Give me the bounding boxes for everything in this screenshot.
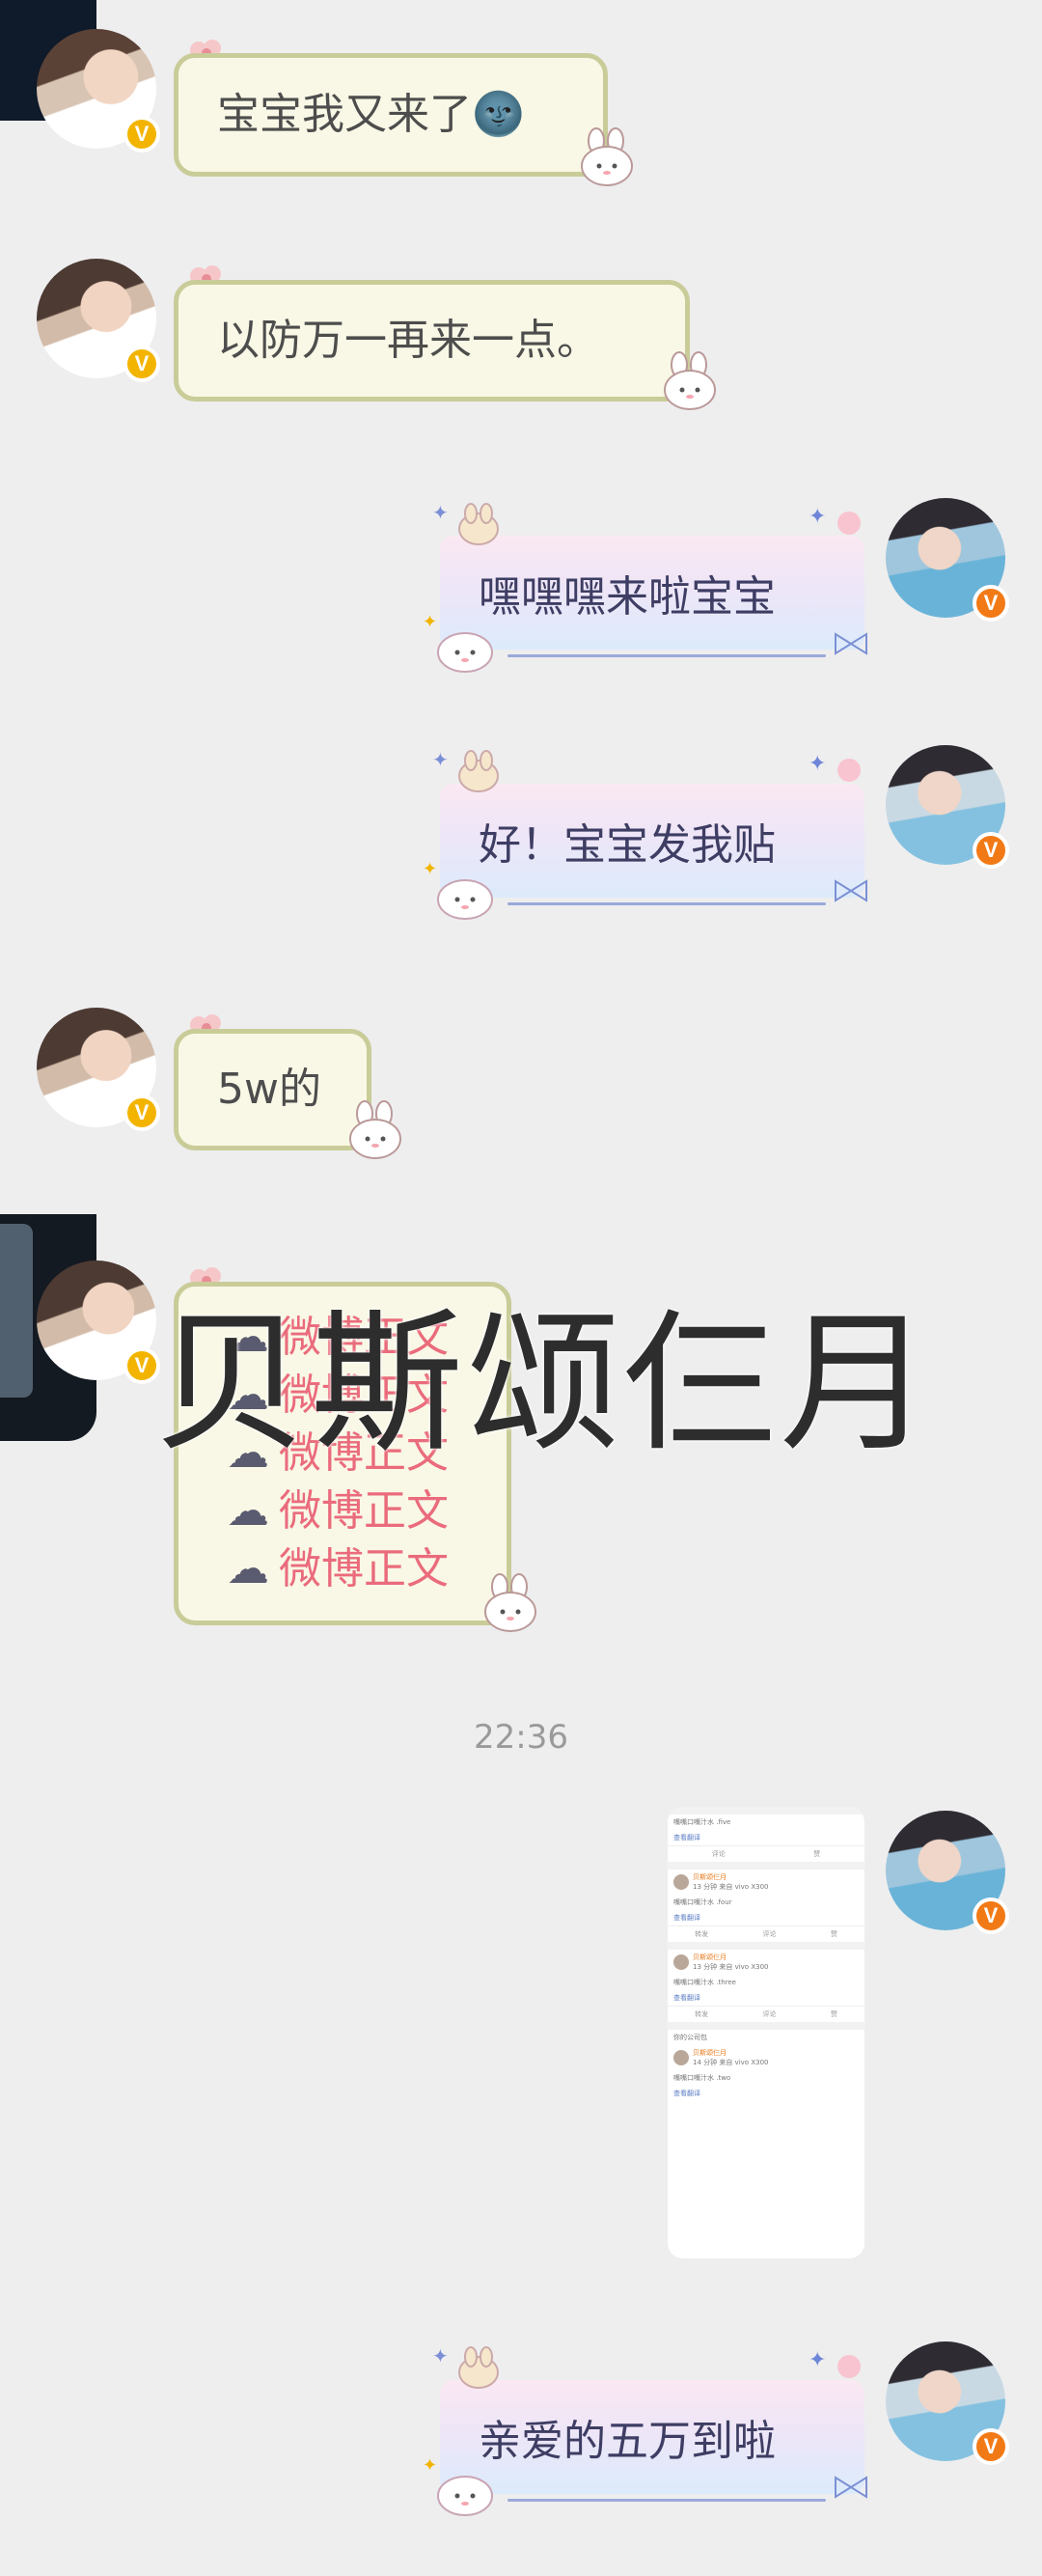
avatar bbox=[673, 1874, 689, 1890]
svg-text:✦: ✦ bbox=[432, 748, 449, 771]
avatar bbox=[673, 1954, 689, 1970]
cloud-icon: ☁ bbox=[227, 1544, 269, 1593]
message-bubble[interactable]: 亲爱的五万到啦 bbox=[440, 2380, 864, 2502]
message-bubble[interactable]: 5w的 bbox=[174, 1029, 371, 1150]
svg-text:✦: ✦ bbox=[809, 505, 826, 529]
message-bubble[interactable]: 以防万一再来一点。 bbox=[174, 280, 690, 402]
image-message-screenshot[interactable]: 嘴嘴口嘴汁水 .five 查看翻译 评论赞 贝斯颂仨月 13 分钟 来自 vivo… bbox=[668, 1807, 864, 2258]
screenshot-post-header: 贝斯颂仨月 13 分钟 来自 vivo X300 bbox=[668, 1870, 864, 1895]
verified-badge-icon: V bbox=[123, 1094, 160, 1131]
screenshot-actions: 评论赞 bbox=[668, 1845, 864, 1862]
bunny-deco-icon: ✦ bbox=[432, 2344, 499, 2389]
sparkle-deco-icon: ✦ bbox=[809, 505, 861, 535]
bunny-deco-icon: ✦ bbox=[432, 748, 499, 792]
verified-badge-icon: V bbox=[973, 832, 1009, 869]
svg-text:✦: ✦ bbox=[809, 2348, 826, 2372]
message-bubble[interactable]: 好！宝宝发我贴 bbox=[440, 784, 864, 905]
screenshot-topbar bbox=[668, 1807, 864, 1814]
weibo-text: 微博正文 bbox=[279, 1486, 449, 1536]
bunny-deco-icon bbox=[349, 1100, 401, 1159]
screenshot-tag: 嘴嘴口嘴汁水 .four bbox=[673, 1898, 732, 1906]
watermark-text: 贝斯颂仨月 bbox=[154, 1295, 936, 1473]
bunny-deco-icon bbox=[664, 351, 716, 410]
avatar-left[interactable]: V bbox=[37, 259, 160, 382]
verified-badge-icon: V bbox=[973, 2428, 1009, 2465]
screenshot-tag: 嘴嘴口嘴汁水 .five bbox=[673, 1818, 731, 1826]
screenshot-actions: 转发 评论赞 bbox=[668, 1925, 864, 1942]
sparkle-deco-icon: ✦ bbox=[809, 2348, 861, 2378]
avatar-right[interactable]: V bbox=[886, 1811, 1009, 1934]
screenshot-post-header: 贝斯颂仨月 14 分钟 来自 vivo X300 bbox=[668, 2045, 864, 2070]
screenshot-post-header: 贝斯颂仨月 13 分钟 来自 vivo X300 bbox=[668, 1950, 864, 1975]
screenshot-divider bbox=[668, 1942, 864, 1950]
avatar-right[interactable]: V bbox=[886, 745, 1009, 869]
bunny-deco-icon: ✦ bbox=[423, 2455, 493, 2516]
message-text: 好！宝宝发我贴 bbox=[479, 820, 776, 870]
verified-badge-icon: V bbox=[973, 1897, 1009, 1934]
avatar-right[interactable]: V bbox=[886, 2341, 1009, 2465]
screenshot-translate: 查看翻译 bbox=[673, 1834, 700, 1842]
screenshot-divider bbox=[668, 1862, 864, 1870]
weibo-text: 微博正文 bbox=[279, 1544, 449, 1593]
cloud-icon: ☁ bbox=[227, 1486, 269, 1536]
svg-text:✦: ✦ bbox=[432, 501, 449, 524]
avatar-left[interactable]: V bbox=[37, 1008, 160, 1131]
screenshot-section-header: 你的公司包 bbox=[673, 2034, 707, 2041]
timestamp: 22:36 bbox=[474, 1718, 568, 1757]
sparkle-deco-icon: ✦ bbox=[809, 752, 861, 782]
message-text: 5w的 bbox=[217, 1065, 321, 1114]
ribbon-deco-icon bbox=[835, 2476, 867, 2499]
bunny-deco-icon: ✦ bbox=[423, 859, 493, 920]
screenshot-tag: 嘴嘴口嘴汁水 .two bbox=[673, 2074, 731, 2082]
screenshot-tag: 嘴嘴口嘴汁水 .three bbox=[673, 1979, 736, 1986]
bunny-deco-icon bbox=[484, 1573, 536, 1632]
message-bubble[interactable]: 宝宝我又来了🌚 bbox=[174, 53, 608, 177]
verified-badge-icon: V bbox=[123, 346, 160, 382]
avatar-left[interactable]: V bbox=[37, 29, 160, 152]
screenshot-translate: 查看翻译 bbox=[673, 1914, 700, 1922]
screenshot-translate: 查看翻译 bbox=[673, 2090, 700, 2097]
svg-text:✦: ✦ bbox=[432, 2344, 449, 2368]
avatar bbox=[673, 2050, 689, 2065]
screenshot-divider bbox=[668, 2022, 864, 2030]
message-text: 宝宝我又来了🌚 bbox=[217, 90, 525, 139]
avatar-right[interactable]: V bbox=[886, 498, 1009, 622]
ribbon-deco-icon bbox=[835, 879, 867, 902]
message-text: 亲爱的五万到啦 bbox=[479, 2417, 776, 2466]
svg-text:✦: ✦ bbox=[423, 2455, 437, 2476]
weibo-line: ☁ 微博正文 bbox=[227, 1482, 449, 1540]
bunny-deco-icon: ✦ bbox=[423, 612, 493, 673]
screenshot-actions: 转发 评论赞 bbox=[668, 2006, 864, 2022]
screenshot-translate: 查看翻译 bbox=[673, 1994, 700, 2002]
svg-text:✦: ✦ bbox=[423, 859, 437, 879]
svg-text:✦: ✦ bbox=[423, 612, 437, 632]
avatar-left[interactable]: V bbox=[37, 1260, 160, 1384]
message-text: 以防万一再来一点。 bbox=[217, 316, 599, 365]
ribbon-deco-icon bbox=[835, 632, 867, 655]
bunny-deco-icon bbox=[581, 127, 633, 186]
message-bubble[interactable]: 嘿嘿嘿来啦宝宝 bbox=[440, 536, 864, 657]
weibo-line: ☁ 微博正文 bbox=[227, 1540, 449, 1598]
message-text: 嘿嘿嘿来啦宝宝 bbox=[479, 572, 776, 622]
bunny-deco-icon: ✦ bbox=[432, 501, 499, 545]
verified-badge-icon: V bbox=[973, 585, 1009, 622]
verified-badge-icon: V bbox=[123, 116, 160, 152]
svg-text:✦: ✦ bbox=[809, 752, 826, 776]
